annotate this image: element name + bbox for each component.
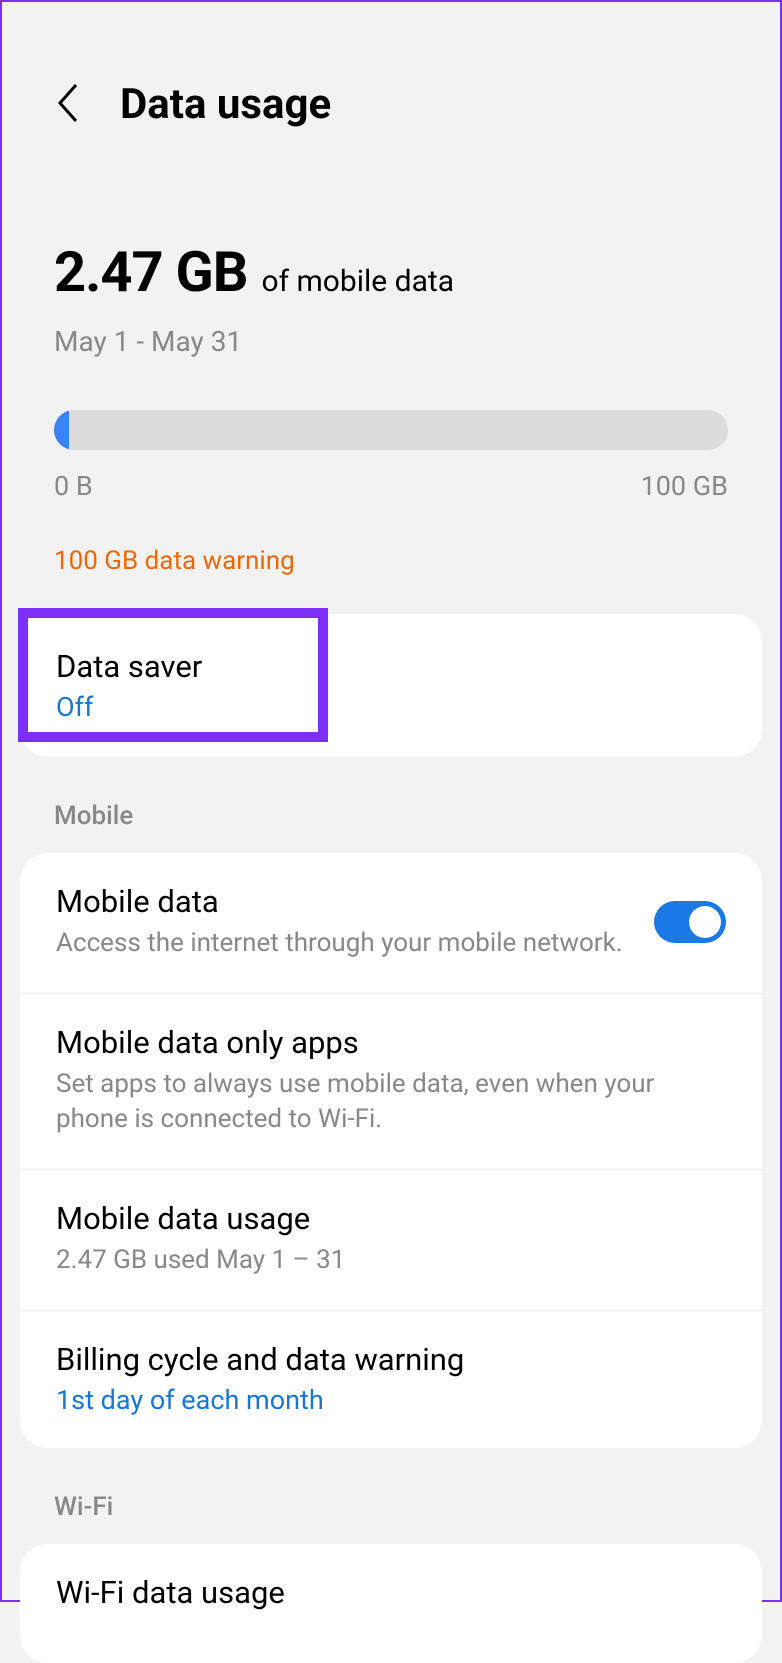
wifi-data-usage-text: Wi-Fi data usage — [56, 1574, 726, 1611]
toggle-knob — [689, 906, 721, 938]
data-warning-label: 100 GB data warning — [54, 546, 728, 576]
page-title: Data usage — [120, 80, 331, 129]
mobile-data-only-apps-item[interactable]: Mobile data only apps Set apps to always… — [20, 994, 762, 1170]
mobile-data-only-apps-desc: Set apps to always use mobile data, even… — [56, 1067, 726, 1137]
billing-cycle-status: 1st day of each month — [56, 1384, 726, 1416]
mobile-data-title: Mobile data — [56, 883, 634, 920]
mobile-data-item[interactable]: Mobile data Access the internet through … — [20, 853, 762, 994]
back-icon[interactable] — [54, 81, 82, 129]
progress-fill — [54, 410, 69, 450]
progress-min-label: 0 B — [54, 470, 93, 502]
data-saver-title: Data saver — [56, 648, 726, 685]
wifi-data-usage-item[interactable]: Wi-Fi data usage — [20, 1544, 762, 1643]
mobile-data-usage-desc: 2.47 GB used May 1 – 31 — [56, 1243, 726, 1278]
mobile-card: Mobile data Access the internet through … — [20, 853, 762, 1448]
progress-bar[interactable] — [54, 410, 728, 450]
billing-cycle-text: Billing cycle and data warning 1st day o… — [56, 1341, 726, 1416]
billing-cycle-title: Billing cycle and data warning — [56, 1341, 726, 1378]
usage-period: May 1 - May 31 — [54, 325, 728, 358]
usage-progress: 0 B 100 GB — [54, 410, 728, 502]
billing-cycle-item[interactable]: Billing cycle and data warning 1st day o… — [20, 1311, 762, 1448]
mobile-data-usage-text: Mobile data usage 2.47 GB used May 1 – 3… — [56, 1200, 726, 1278]
wifi-data-usage-title: Wi-Fi data usage — [56, 1574, 726, 1611]
section-header-mobile: Mobile — [2, 757, 780, 831]
progress-labels: 0 B 100 GB — [54, 470, 728, 502]
section-header-wifi: Wi-Fi — [2, 1448, 780, 1522]
usage-label: of mobile data — [261, 264, 454, 299]
usage-summary: 2.47 GB of mobile data May 1 - May 31 0 … — [2, 129, 780, 576]
mobile-data-usage-item[interactable]: Mobile data usage 2.47 GB used May 1 – 3… — [20, 1170, 762, 1311]
data-saver-item[interactable]: Data saver Off — [20, 614, 762, 757]
usage-amount: 2.47 GB — [54, 239, 247, 305]
wifi-card: Wi-Fi data usage — [20, 1544, 762, 1663]
mobile-data-only-apps-text: Mobile data only apps Set apps to always… — [56, 1024, 726, 1137]
header: Data usage — [2, 2, 780, 129]
mobile-data-desc: Access the internet through your mobile … — [56, 926, 634, 961]
mobile-data-toggle[interactable] — [654, 901, 726, 943]
data-saver-status: Off — [56, 691, 726, 723]
mobile-data-usage-title: Mobile data usage — [56, 1200, 726, 1237]
mobile-data-text: Mobile data Access the internet through … — [56, 883, 634, 961]
usage-amount-line: 2.47 GB of mobile data — [54, 239, 728, 305]
progress-max-label: 100 GB — [641, 470, 728, 502]
mobile-data-only-apps-title: Mobile data only apps — [56, 1024, 726, 1061]
